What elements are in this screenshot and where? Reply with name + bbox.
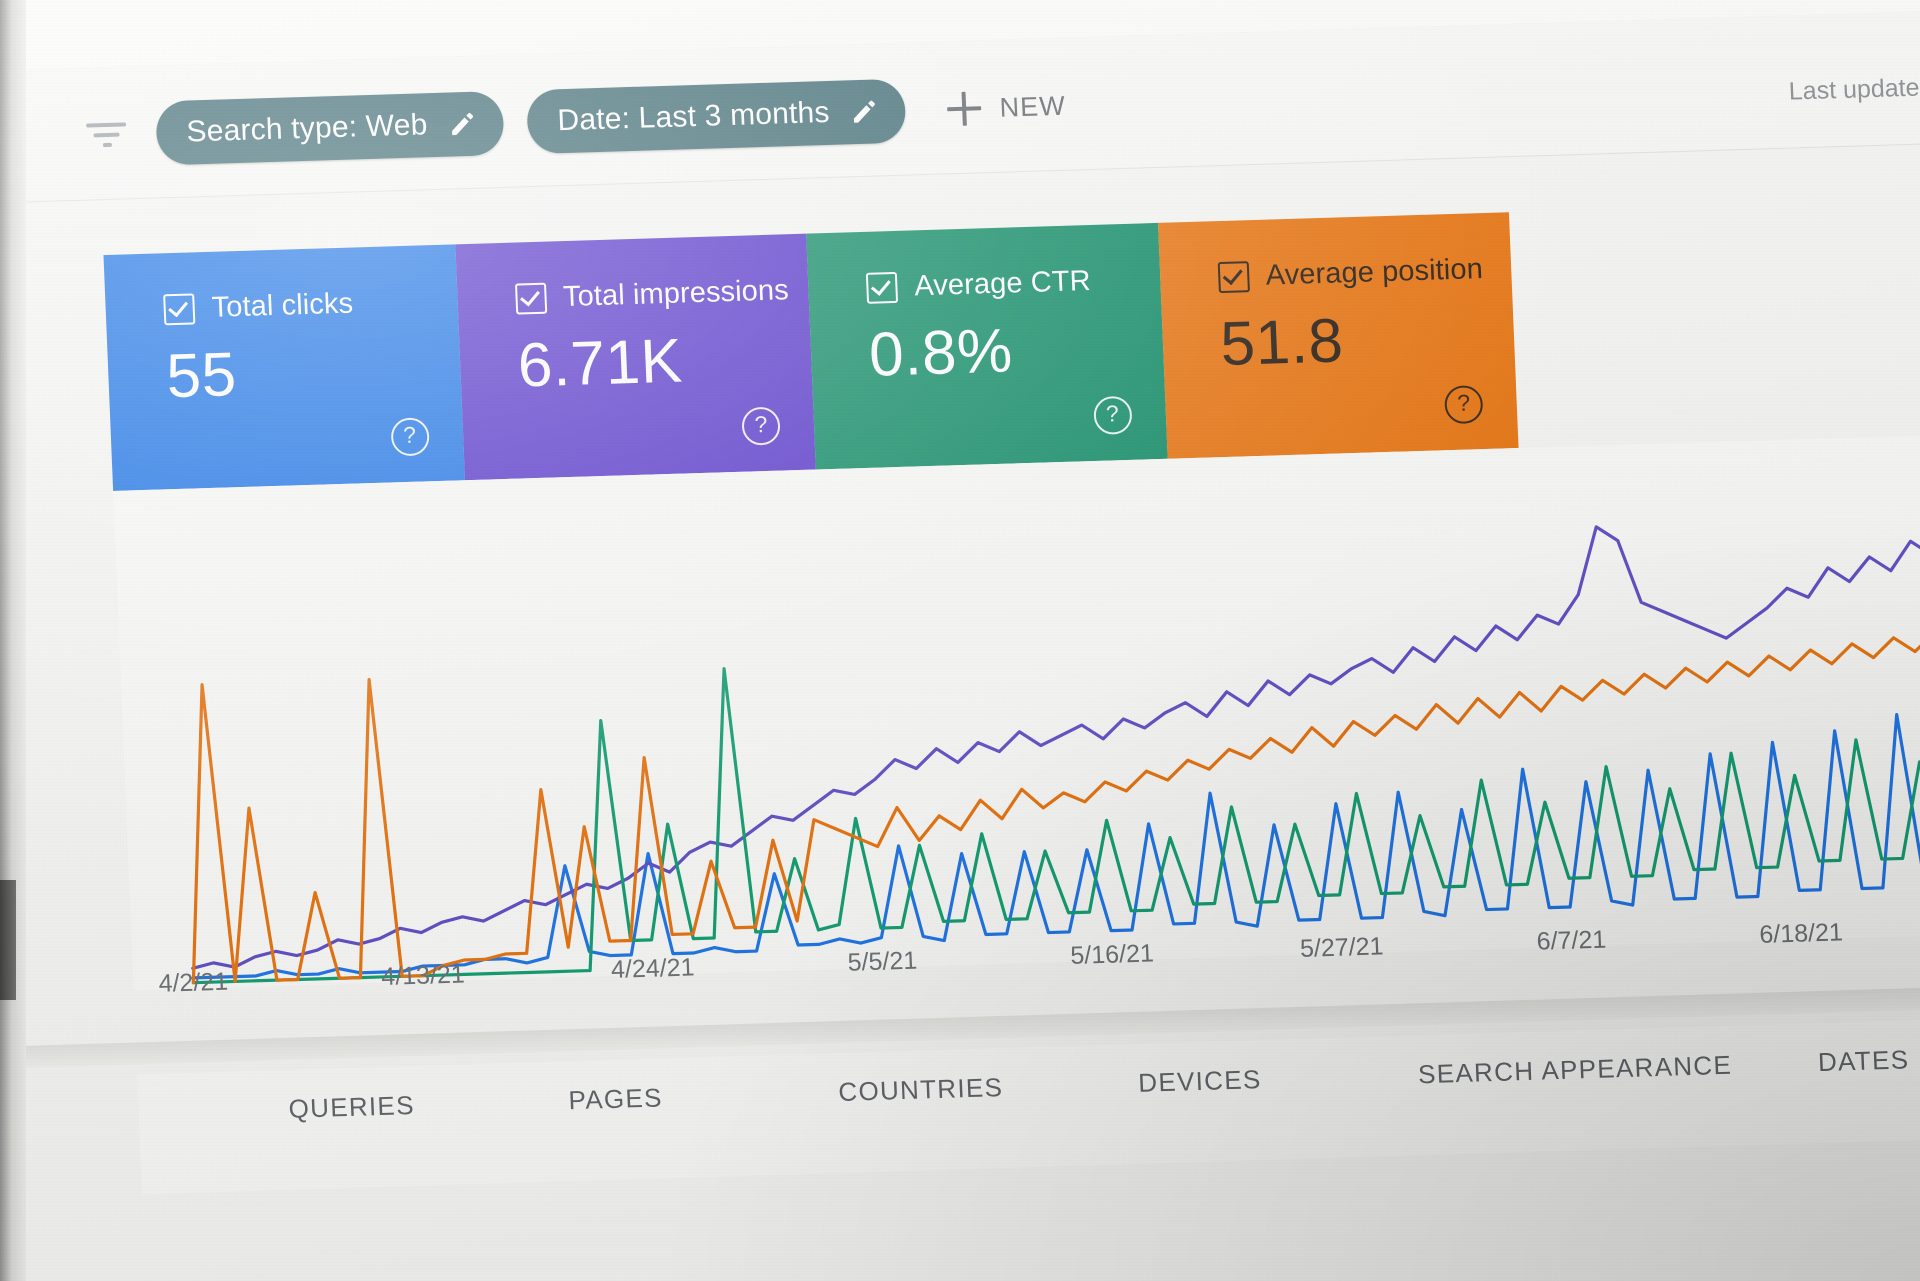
checkbox-checked-icon[interactable]: [865, 271, 899, 304]
metric-card-value: 55: [165, 340, 238, 412]
monitor-bezel: [0, 0, 26, 1281]
metric-card-value: 51.8: [1219, 306, 1345, 380]
filter-chip-group: Search type: Web Date: Last 3 months NEW: [155, 74, 1067, 166]
metric-card-label: Average position: [1265, 253, 1484, 292]
checkbox-checked-icon[interactable]: [514, 282, 547, 315]
tab-dates[interactable]: DATES: [1817, 1044, 1909, 1078]
filter-icon[interactable]: [83, 122, 130, 153]
help-circle-icon[interactable]: ?: [389, 417, 430, 457]
metric-card-average-position[interactable]: Average position 51.8 ?: [1157, 212, 1519, 459]
tab-devices[interactable]: DEVICES: [1138, 1064, 1262, 1099]
metric-card-value: 0.8%: [867, 316, 1014, 390]
tab-pages[interactable]: PAGES: [568, 1082, 663, 1116]
metric-card-label: Average CTR: [913, 265, 1092, 303]
new-filter-label: NEW: [998, 90, 1067, 123]
chip-search-type-label: Search type: Web: [185, 108, 429, 149]
performance-chart: [113, 431, 1920, 991]
metric-card-title: Total impressions: [514, 274, 809, 316]
metric-card-group: Total clicks 55 ? Total impressions 6.71…: [103, 212, 1519, 491]
page-title: Performance: [73, 0, 323, 9]
metric-card-label: Total clicks: [211, 287, 354, 324]
tab-queries[interactable]: QUERIES: [288, 1090, 415, 1125]
metric-card-title: Average position: [1217, 252, 1512, 294]
chip-date-range-label: Date: Last 3 months: [556, 95, 831, 138]
x-axis-tick-label: 4/2/21: [158, 967, 229, 998]
last-updated-text: Last updated: 5 hour: [1788, 71, 1920, 106]
pencil-icon[interactable]: [849, 96, 880, 127]
metric-card-value: 6.71K: [516, 326, 684, 401]
checkbox-checked-icon[interactable]: [1217, 261, 1250, 294]
plus-icon: [947, 91, 982, 126]
help-circle-icon[interactable]: ?: [741, 406, 781, 446]
chip-search-type[interactable]: Search type: Web: [155, 90, 505, 166]
tab-search-appearance[interactable]: SEARCH APPEARANCE: [1418, 1050, 1733, 1091]
checkbox-checked-icon[interactable]: [163, 293, 196, 326]
search-console-screen: Performance Search type: Web: [0, 0, 1920, 1281]
x-axis-tick-label: 5/5/21: [847, 946, 918, 977]
x-axis-tick-label: 6/18/21: [1758, 918, 1844, 949]
x-axis-tick-label: 4/13/21: [380, 960, 466, 991]
metric-card-total-impressions[interactable]: Total impressions 6.71K ?: [454, 233, 816, 481]
help-circle-icon[interactable]: ?: [1443, 385, 1484, 425]
metric-card-average-ctr[interactable]: Average CTR 0.8% ?: [806, 222, 1168, 470]
pencil-icon[interactable]: [447, 109, 478, 140]
metric-card-label: Total impressions: [562, 274, 790, 314]
performance-chart-svg: [191, 448, 1920, 985]
metric-card-total-clicks[interactable]: Total clicks 55 ?: [103, 244, 465, 491]
help-circle-icon[interactable]: ?: [1092, 395, 1133, 435]
new-filter-button[interactable]: NEW: [947, 89, 1067, 127]
metric-card-title: Average CTR: [865, 263, 1161, 305]
x-axis-tick-label: 4/24/21: [610, 953, 696, 984]
chip-date-range[interactable]: Date: Last 3 months: [526, 78, 907, 155]
x-axis-tick-label: 5/27/21: [1299, 932, 1385, 963]
monitor-bezel-notch: [0, 880, 16, 1000]
chart-series-total-impressions: [191, 448, 1920, 970]
x-axis-tick-label: 5/16/21: [1069, 939, 1155, 970]
tab-countries[interactable]: COUNTRIES: [838, 1072, 1004, 1108]
screenshot-stage: Performance Search type: Web: [0, 0, 1920, 1281]
metric-card-title: Total clicks: [163, 284, 458, 326]
x-axis-tick-label: 6/7/21: [1536, 925, 1607, 956]
